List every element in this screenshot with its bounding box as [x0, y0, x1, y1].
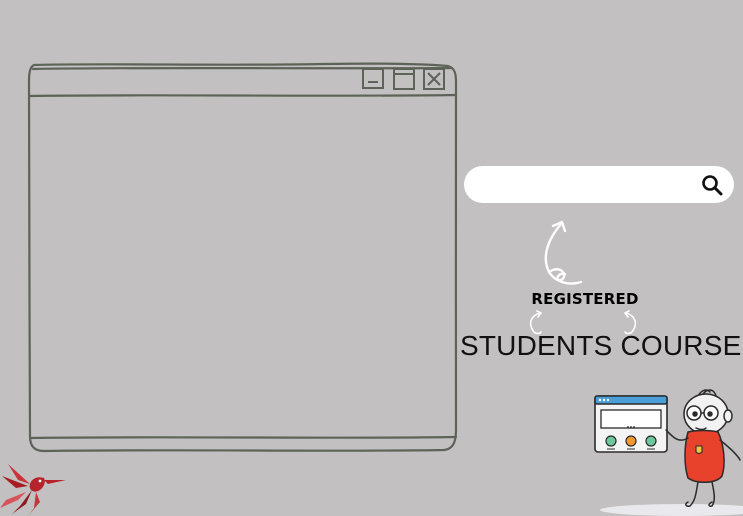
minimize-icon[interactable] [362, 68, 384, 90]
hummingbird-logo [0, 464, 66, 516]
character-illustration [594, 389, 743, 516]
curly-arrow-icon [544, 220, 583, 285]
search-bar [464, 166, 734, 203]
search-icon[interactable] [700, 173, 724, 197]
sketch-window [27, 62, 458, 453]
mini-browser-icon [594, 395, 668, 453]
registered-label: REGISTERED [531, 290, 639, 308]
search-input[interactable] [480, 172, 694, 198]
close-icon[interactable] [423, 68, 445, 90]
maximize-icon[interactable] [393, 68, 415, 90]
students-course-label: STUDENTS COURSE [460, 330, 742, 361]
